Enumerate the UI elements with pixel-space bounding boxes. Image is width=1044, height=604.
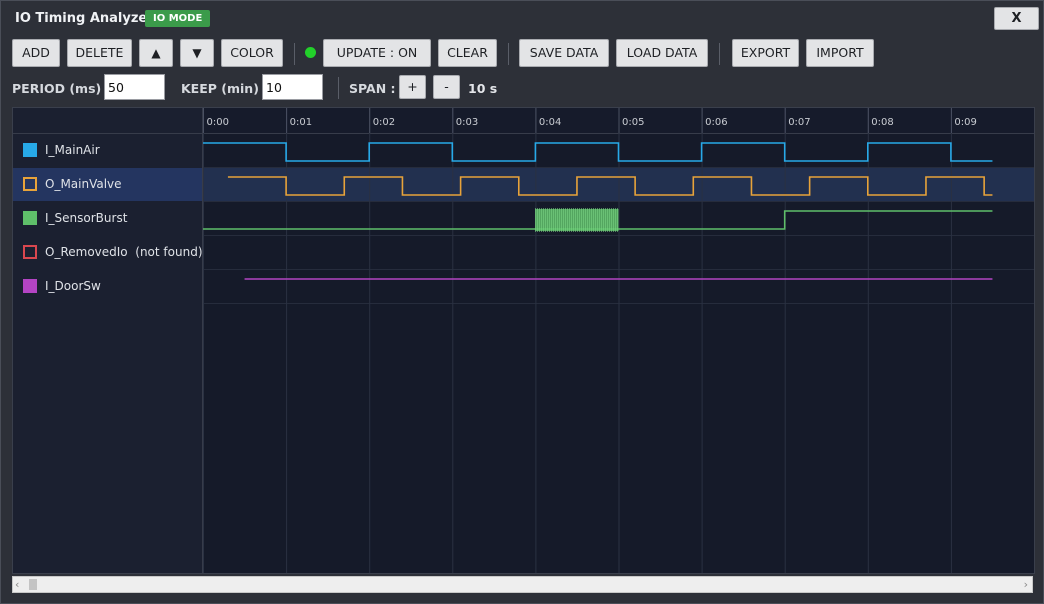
signal-color-swatch[interactable] <box>23 279 37 293</box>
signal-trace <box>203 142 993 162</box>
time-tick-label: 0:05 <box>622 117 644 128</box>
color-button[interactable]: COLOR <box>221 39 283 67</box>
move-up-button[interactable]: ▲ <box>139 39 173 67</box>
import-button[interactable]: IMPORT <box>806 39 874 67</box>
signal-name-panel: I_MainAir O_MainValve I_SensorBurst O_Remov… <box>13 108 203 573</box>
delete-button[interactable]: DELETE <box>67 39 132 67</box>
time-tick-label: 0:06 <box>705 117 727 128</box>
toolbar-divider <box>508 43 509 65</box>
period-input[interactable] <box>104 74 165 100</box>
settings-divider <box>338 77 339 99</box>
close-button[interactable]: X <box>994 7 1039 30</box>
signal-burst <box>535 209 619 231</box>
toolbar-divider <box>719 43 720 65</box>
signal-name: I_DoorSw <box>45 279 101 293</box>
time-tick-label: 0:09 <box>954 117 976 128</box>
signal-row-label[interactable]: O_MainValve <box>13 168 202 201</box>
signal-row-label[interactable]: I_SensorBurst <box>13 202 202 235</box>
signal-name-header <box>13 108 202 134</box>
title-bar: IO Timing Analyzer IO MODE X <box>1 1 1043 37</box>
signal-color-swatch[interactable] <box>23 245 37 259</box>
mode-badge: IO MODE <box>145 10 211 27</box>
span-value: 10 s <box>468 81 498 96</box>
timing-chart: I_MainAir O_MainValve I_SensorBurst O_Remov… <box>12 107 1035 574</box>
signal-name: I_SensorBurst <box>45 211 128 225</box>
waveform-plot[interactable]: 0:00 0:01 0:02 0:03 0:04 0:05 0:06 0:07 0:08 0:09… <box>203 108 1034 573</box>
app-window: IO Timing Analyzer IO MODE X ADD DELETE … <box>0 0 1044 604</box>
signal-name: O_RemovedIo (not found) <box>45 245 203 259</box>
signal-row-label[interactable]: O_RemovedIo (not found) <box>13 236 203 269</box>
move-down-button[interactable]: ▼ <box>180 39 214 67</box>
time-tick-label: 0:00 <box>207 117 229 128</box>
signal-color-swatch[interactable] <box>23 211 37 225</box>
time-tick-label: 0:08 <box>871 117 893 128</box>
span-increase-button[interactable]: + <box>399 75 426 99</box>
keep-input[interactable] <box>262 74 323 100</box>
scroll-left-arrow-icon[interactable]: ‹ <box>15 578 19 591</box>
span-label: SPAN : <box>349 81 396 96</box>
horizontal-scrollbar[interactable]: ‹ › <box>12 576 1033 593</box>
signal-color-swatch[interactable] <box>23 177 37 191</box>
save-data-button[interactable]: SAVE DATA <box>519 39 609 67</box>
signal-color-swatch[interactable] <box>23 143 37 157</box>
update-toggle-button[interactable]: UPDATE : ON <box>323 39 431 67</box>
toolbar-divider <box>294 43 295 65</box>
time-tick-label: 0:02 <box>373 117 395 128</box>
clear-button[interactable]: CLEAR <box>438 39 497 67</box>
signal-row-label[interactable]: I_MainAir <box>13 134 202 167</box>
waveform-canvas: 0:00 0:01 0:02 0:03 0:04 0:05 0:06 0:07 0:08 0:09… <box>203 108 1034 573</box>
time-tick-label: 0:01 <box>290 117 312 128</box>
export-button[interactable]: EXPORT <box>732 39 799 67</box>
app-title: IO Timing Analyzer <box>15 11 154 26</box>
update-status-indicator <box>305 47 316 58</box>
time-tick-label: 0:04 <box>539 117 561 128</box>
time-tick-label: 0:03 <box>456 117 478 128</box>
scrollbar-thumb[interactable] <box>29 579 37 590</box>
scroll-right-arrow-icon[interactable]: › <box>1024 578 1028 591</box>
span-decrease-button[interactable]: - <box>433 75 460 99</box>
time-tick-label: 0:07 <box>788 117 810 128</box>
signal-row-label[interactable]: I_DoorSw <box>13 270 202 303</box>
period-label: PERIOD (ms) : <box>12 81 111 96</box>
signal-name: I_MainAir <box>45 143 100 157</box>
keep-label: KEEP (min) : <box>181 81 269 96</box>
add-button[interactable]: ADD <box>12 39 60 67</box>
signal-name: O_MainValve <box>45 177 122 191</box>
load-data-button[interactable]: LOAD DATA <box>616 39 708 67</box>
